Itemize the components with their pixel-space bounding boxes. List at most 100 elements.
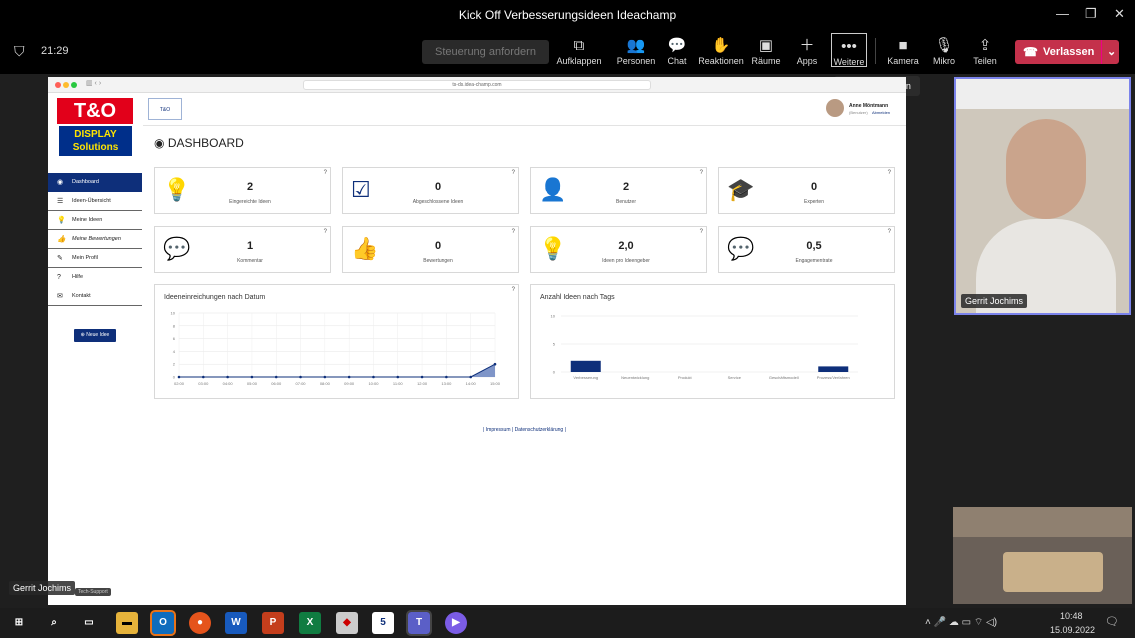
apps-button[interactable]: ＋ Apps <box>783 36 831 66</box>
windows-start-icon[interactable]: ⊞ <box>8 612 30 634</box>
stat-label: Engagementrate <box>795 258 833 264</box>
sidebar-item-ideen-uebersicht[interactable]: ☰ Ideen-Übersicht <box>48 192 142 211</box>
x-tick-label: 07:00 <box>296 381 307 386</box>
app5-icon[interactable]: 5 <box>372 612 394 634</box>
share-button[interactable]: ⇪ Teilen <box>961 36 1009 66</box>
list-icon: ☰ <box>57 198 64 205</box>
data-point <box>469 375 472 379</box>
stat-value: 0 <box>810 181 818 193</box>
new-idea-button[interactable]: ⊕ Neue Idee <box>74 329 116 342</box>
help-icon[interactable]: ? <box>512 287 515 293</box>
x-tick-label: 15:00 <box>490 381 501 386</box>
logout-link[interactable]: Abmelden <box>872 110 890 115</box>
minimize-icon[interactable]: — <box>1056 6 1069 21</box>
sidebar-item-meine-bewertungen[interactable]: 👍 Meine Bewertungen <box>48 230 142 249</box>
stat-value: 2 <box>246 181 254 193</box>
address-bar[interactable]: ts-ds.idea-champ.com <box>303 80 651 90</box>
stat-label: Abgeschlossene Ideen <box>412 199 464 205</box>
page-title-text: DASHBOARD <box>167 136 244 150</box>
data-point <box>299 375 302 379</box>
header-logo: T&O <box>148 98 182 120</box>
sidebar-item-label: Dashboard <box>72 179 99 185</box>
sidebar-item-hilfe[interactable]: ? Hilfe <box>48 268 142 287</box>
excel-icon[interactable]: X <box>299 612 321 634</box>
help-icon[interactable]: ? <box>512 170 515 176</box>
y-tick-label: 8 <box>173 323 176 328</box>
word-icon[interactable]: W <box>225 612 247 634</box>
participant-video-room[interactable] <box>953 507 1132 604</box>
outlook-icon[interactable]: O <box>150 610 176 636</box>
help-icon[interactable]: ? <box>512 229 515 235</box>
sidebar-item-label: Meine Ideen <box>72 217 103 223</box>
sidebar-item-dashboard[interactable]: ◉ Dashboard <box>48 173 142 192</box>
help-icon[interactable]: ? <box>888 229 891 235</box>
stat-card: 💬 1 Kommentar? <box>154 226 331 273</box>
mail-icon: ✉ <box>57 293 63 300</box>
stat-label: Eingereichte Ideen <box>229 199 271 205</box>
logo-line-1: DISPLAY <box>74 129 117 140</box>
restore-icon[interactable]: ❐ <box>1085 6 1097 22</box>
search-icon[interactable]: ⌕ <box>43 612 65 634</box>
tray-icons[interactable]: ˄ 🎤 ☁ ▭ ⌔ ◁) <box>925 616 997 629</box>
leave-label: Verlassen <box>1043 46 1095 58</box>
user-icon: 👤 <box>539 177 567 202</box>
help-icon[interactable]: ? <box>700 229 703 235</box>
browser-zoom-dot[interactable] <box>71 82 77 88</box>
person-face <box>1006 119 1086 219</box>
sidebar-item-meine-ideen[interactable]: 💡 Meine Ideen <box>48 211 142 230</box>
line-chart: 0 2 4 6 8 10 02:00 03:00 04:00 05:00 06:00 07:00 08:… <box>171 311 501 387</box>
reactions-button[interactable]: ✋ Reaktionen <box>697 36 745 66</box>
dashboard-icon: ◉ <box>154 136 168 150</box>
stat-label: Experten <box>803 199 824 205</box>
participant-video-self[interactable]: Gerrit Jochims <box>954 77 1131 315</box>
page-title: ◉ DASHBOARD <box>154 136 244 150</box>
firefox-icon[interactable]: ● <box>189 612 211 634</box>
series-line <box>179 363 496 378</box>
edit-icon: ✎ <box>57 255 63 262</box>
y-tick-label: 0 <box>553 370 556 375</box>
teams-icon[interactable]: T <box>406 610 432 636</box>
media-player-icon[interactable]: ▶ <box>445 612 467 634</box>
stat-value: 0 <box>434 181 442 193</box>
x-tick-label: 10:00 <box>368 381 379 386</box>
chat-button[interactable]: 💬 Chat <box>653 36 701 66</box>
x-tick-label: Verbesserung <box>573 375 598 380</box>
leave-button[interactable]: ☎ Verlassen ⌄ <box>1015 40 1119 64</box>
people-label: Personen <box>616 56 656 66</box>
footer-links[interactable]: | Impressum | Datenschutzerklärung | <box>143 427 906 433</box>
popout-button[interactable]: ⧉ Aufklappen <box>555 36 603 66</box>
browser-toolbar: ▥ ‹ › ts-ds.idea-champ.com <box>48 77 906 93</box>
app-icon[interactable]: ◆ <box>336 612 358 634</box>
help-icon[interactable]: ? <box>324 170 327 176</box>
powerpoint-icon[interactable]: P <box>262 612 284 634</box>
sidebar-item-mein-profil[interactable]: ✎ Mein Profil <box>48 249 142 268</box>
sidebar-toggle-icon[interactable]: ▥ ‹ › <box>86 79 101 87</box>
sidebar-item-kontakt[interactable]: ✉ Kontakt <box>48 287 142 306</box>
x-tick-label: 03:00 <box>198 381 209 386</box>
help-icon[interactable]: ? <box>324 229 327 235</box>
stat-card: 👤 2 Benutzer? <box>530 167 707 214</box>
close-icon[interactable]: ✕ <box>1114 6 1125 22</box>
user-name: Anne Möntmann <box>849 103 889 109</box>
more-button[interactable]: ••• Weitere <box>831 33 867 67</box>
task-view-icon[interactable]: ▭ <box>78 612 100 634</box>
chart-title: Anzahl Ideen nach Tags <box>540 294 615 301</box>
chevron-down-icon[interactable]: ⌄ <box>1101 40 1116 64</box>
shield-icon: ⛉ <box>14 43 25 59</box>
stat-label: Ideen pro Ideengeber <box>602 258 650 264</box>
file-explorer-icon[interactable]: ▬ <box>116 612 138 634</box>
browser-minimize-dot[interactable] <box>63 82 69 88</box>
window-title: Kick Off Verbesserungsideen Ideachamp <box>458 8 677 22</box>
bar <box>570 360 601 372</box>
more-icon: ••• <box>841 38 857 55</box>
tech-support-badge: Tech-Support <box>75 588 111 596</box>
help-icon[interactable]: ? <box>700 170 703 176</box>
data-point <box>372 375 375 379</box>
plus-icon: ＋ <box>799 37 815 54</box>
notification-icon[interactable]: 🗨 <box>1105 615 1119 628</box>
request-control-button[interactable]: Steuerung anfordern <box>422 40 549 64</box>
browser-close-dot[interactable] <box>55 82 61 88</box>
x-tick-label: Geschäftsmodell <box>769 375 799 380</box>
hangup-icon: ☎ <box>1023 45 1038 59</box>
help-icon[interactable]: ? <box>888 170 891 176</box>
